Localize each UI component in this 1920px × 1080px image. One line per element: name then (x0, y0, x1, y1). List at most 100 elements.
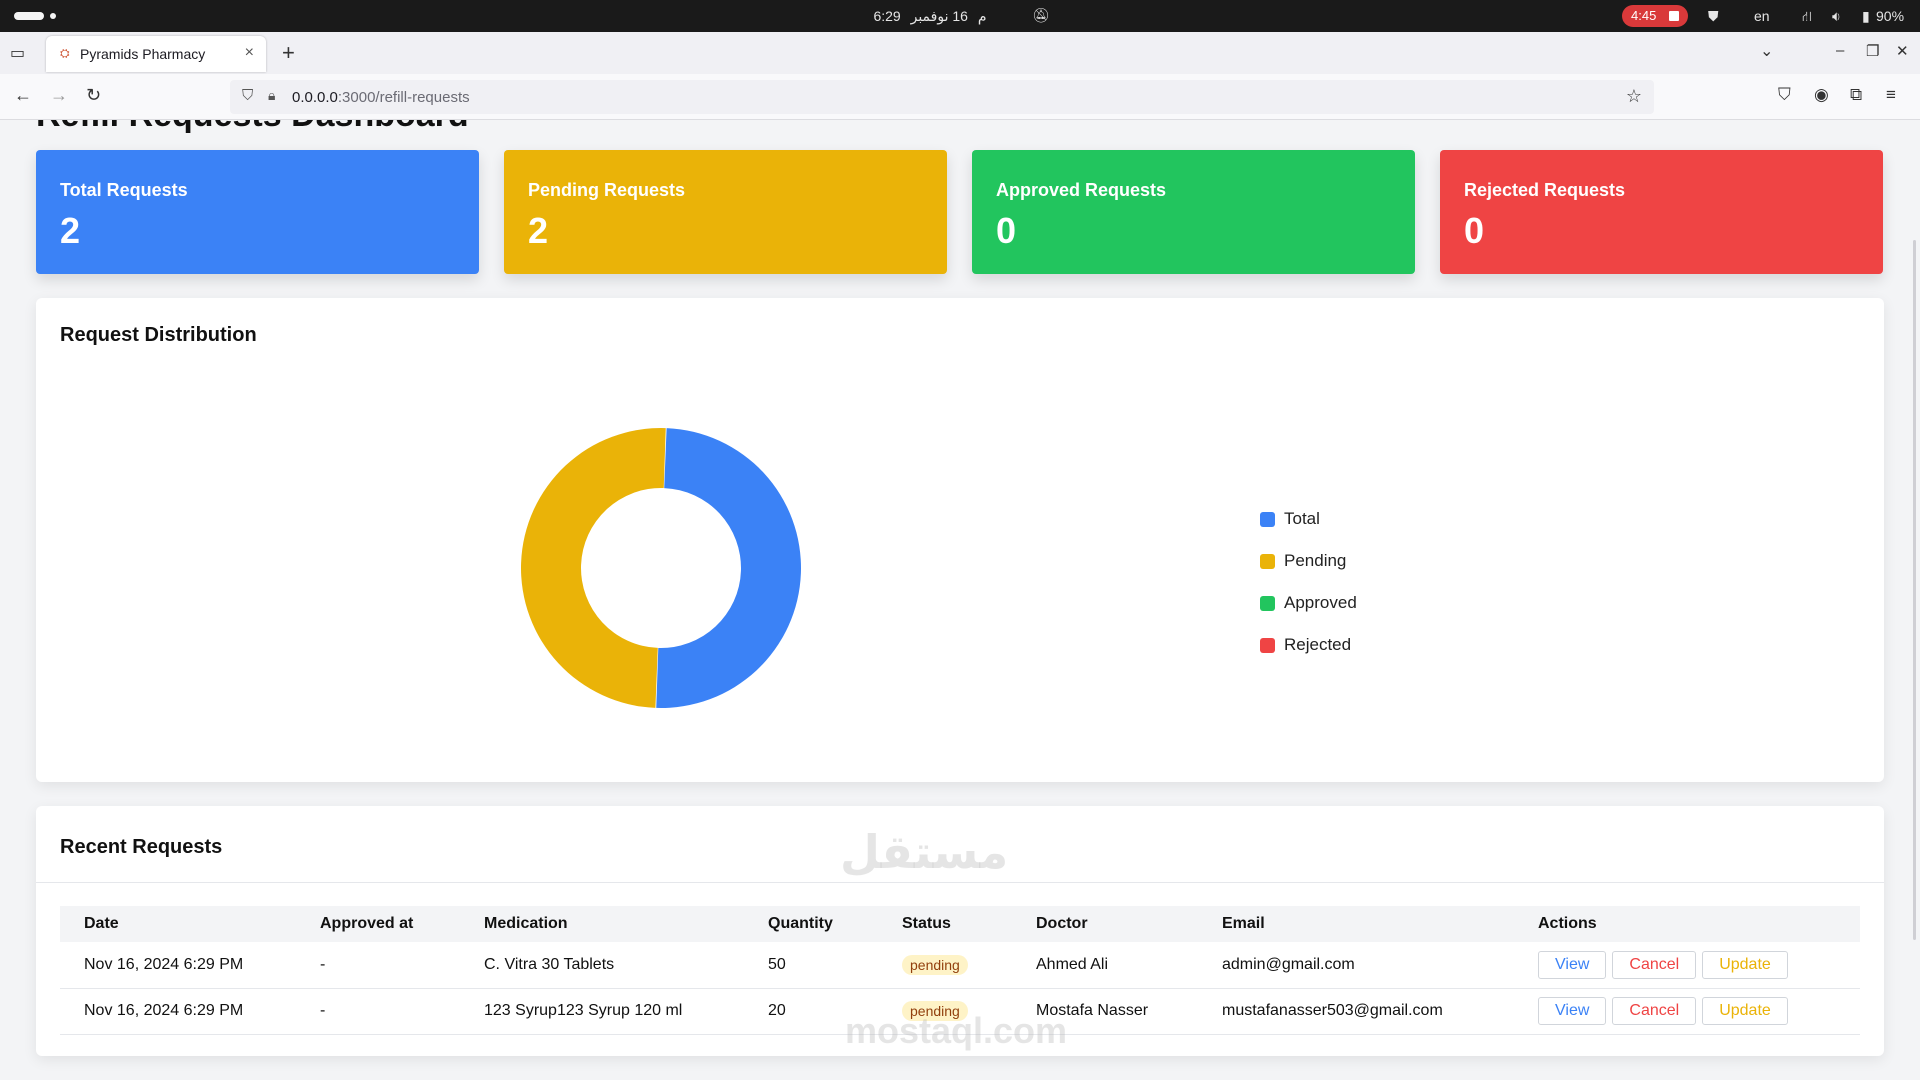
forward-icon[interactable]: → (50, 85, 68, 106)
site-favicon-icon: ⛭ (60, 46, 70, 60)
divider (36, 882, 1884, 883)
cell-email: admin@gmail.com (1198, 942, 1514, 989)
legend-swatch (1260, 637, 1275, 653)
menu-icon[interactable]: ≡ (1886, 85, 1896, 105)
page-content: Refill Requests Dashboard Total Requests… (0, 120, 1920, 1080)
cell-medication: 123 Syrup123 Syrup 120 ml (460, 988, 744, 1035)
extensions-icon[interactable]: ⧉ (1850, 85, 1862, 105)
view-button[interactable]: View (1538, 997, 1607, 1025)
cell-actions: View Cancel Update (1514, 942, 1860, 989)
list-all-tabs-icon[interactable]: ⌄ (1760, 41, 1773, 61)
legend-item-rejected[interactable]: Rejected (1260, 624, 1357, 666)
volume-icon[interactable]: 🔉︎ (1832, 0, 1841, 32)
legend-label: Pending (1284, 551, 1347, 570)
page-scrollbar[interactable] (1913, 240, 1916, 940)
pocket-icon[interactable]: ⛉ (1778, 85, 1791, 105)
donut-slice-total[interactable] (656, 428, 801, 708)
col-actions: Actions (1514, 906, 1860, 942)
cell-actions: View Cancel Update (1514, 988, 1860, 1035)
stat-card-rejected: Rejected Requests 0 (1440, 150, 1883, 274)
stat-value: 0 (996, 210, 1017, 251)
cell-doctor: Ahmed Ali (1012, 942, 1198, 989)
cell-date: Nov 16, 2024 6:29 PM (60, 942, 296, 989)
tab-pyramids-pharmacy[interactable]: ⛭ Pyramids Pharmacy × (46, 36, 266, 72)
tracking-protection-icon[interactable]: ⛉ (242, 87, 253, 104)
watermark-latin: mostaql.com (845, 1010, 1068, 1051)
os-top-bar: 6:29 م 16 نوفمبر 🔕︎ 4:45 ⛊ en ⛙ 🔉︎ ▮ 90% (0, 0, 1920, 32)
cell-approved-at: - (296, 988, 460, 1035)
cancel-button[interactable]: Cancel (1612, 950, 1697, 979)
col-medication: Medication (460, 906, 744, 942)
address-bar[interactable]: ⛉ 🔒︎ 0.0.0.0:3000/refill-requests ☆ (230, 80, 1654, 114)
notifications-muted-icon: 🔕︎ (1032, 7, 1050, 23)
legend-swatch (1260, 595, 1275, 611)
donut-slice-pending[interactable] (521, 428, 666, 708)
screen-recording-indicator[interactable]: 4:45 (1622, 5, 1688, 27)
legend-item-pending[interactable]: Pending (1260, 540, 1357, 582)
view-button[interactable]: View (1538, 950, 1607, 979)
chart-legend: Total Pending Approved Rejected (1260, 498, 1357, 666)
battery-icon[interactable]: ▮ (1862, 0, 1870, 32)
col-status: Status (878, 906, 1012, 942)
legend-label: Total (1284, 509, 1320, 528)
stat-label: Pending Requests (528, 180, 686, 200)
legend-label: Approved (1284, 593, 1357, 612)
col-email: Email (1198, 906, 1514, 942)
legend-swatch (1260, 553, 1275, 569)
distribution-card: Request Distribution Total Pending Appro… (36, 298, 1884, 782)
cell-approved-at: - (296, 942, 460, 989)
os-date: 16 نوفمبر (910, 8, 968, 24)
stat-card-pending: Pending Requests 2 (504, 150, 947, 274)
cancel-button[interactable]: Cancel (1612, 997, 1697, 1025)
url-path: :3000/refill-requests (337, 89, 470, 106)
status-badge: pending (902, 954, 968, 975)
input-language[interactable]: en (1754, 0, 1770, 32)
restore-window-icon[interactable]: ❐ (1866, 42, 1879, 60)
network-icon[interactable]: ⛙ (1802, 0, 1812, 32)
browser-nav-bar: ← → ↻ ⛉ 🔒︎ 0.0.0.0:3000/refill-requests … (0, 74, 1920, 120)
cell-medication: C. Vitra 30 Tablets (460, 942, 744, 989)
url-host: 0.0.0.0 (292, 89, 338, 106)
stat-label: Total Requests (60, 180, 188, 200)
tab-overview-icon[interactable]: ▭ (10, 43, 25, 63)
account-icon[interactable]: ◉ (1814, 85, 1829, 105)
bookmark-star-icon[interactable]: ☆ (1626, 86, 1642, 107)
url-text[interactable]: 0.0.0.0:3000/refill-requests (292, 89, 470, 106)
back-icon[interactable]: ← (14, 85, 32, 106)
recent-requests-title: Recent Requests (60, 836, 223, 858)
legend-item-approved[interactable]: Approved (1260, 582, 1357, 624)
donut-chart[interactable] (511, 418, 811, 718)
new-tab-icon[interactable]: + (282, 40, 295, 66)
update-button[interactable]: Update (1702, 997, 1788, 1025)
distribution-title: Request Distribution (60, 324, 257, 346)
legend-swatch (1260, 511, 1275, 527)
page-title: Refill Requests Dashboard (36, 120, 469, 135)
reload-icon[interactable]: ↻ (86, 85, 101, 106)
stat-value: 2 (528, 210, 549, 251)
battery-level: 90% (1876, 8, 1905, 24)
lock-icon[interactable]: 🔒︎ (268, 87, 275, 104)
col-date: Date (60, 906, 296, 942)
col-approved-at: Approved at (296, 906, 460, 942)
table-row: Nov 16, 2024 6:29 PM - C. Vitra 30 Table… (60, 942, 1860, 989)
cell-date: Nov 16, 2024 6:29 PM (60, 988, 296, 1035)
legend-item-total[interactable]: Total (1260, 498, 1357, 540)
minimize-window-icon[interactable]: – (1836, 42, 1844, 59)
stat-value: 2 (60, 210, 81, 251)
stat-value: 0 (1464, 210, 1485, 251)
recording-time: 4:45 (1631, 8, 1657, 23)
stop-recording-icon (1669, 11, 1679, 21)
table-header-row: Date Approved at Medication Quantity Sta… (60, 906, 1860, 942)
legend-label: Rejected (1284, 635, 1352, 654)
stat-label: Approved Requests (996, 180, 1167, 200)
stat-label: Rejected Requests (1464, 180, 1626, 200)
cell-status: pending (878, 942, 1012, 989)
close-tab-icon[interactable]: × (245, 44, 254, 62)
security-shield-icon[interactable]: ⛊ (1708, 0, 1719, 32)
col-quantity: Quantity (744, 906, 878, 942)
update-button[interactable]: Update (1702, 950, 1788, 979)
stat-card-total: Total Requests 2 (36, 150, 479, 274)
close-window-icon[interactable]: ✕ (1896, 42, 1909, 60)
stat-card-approved: Approved Requests 0 (972, 150, 1415, 274)
cell-email: mustafanasser503@gmail.com (1198, 988, 1514, 1035)
